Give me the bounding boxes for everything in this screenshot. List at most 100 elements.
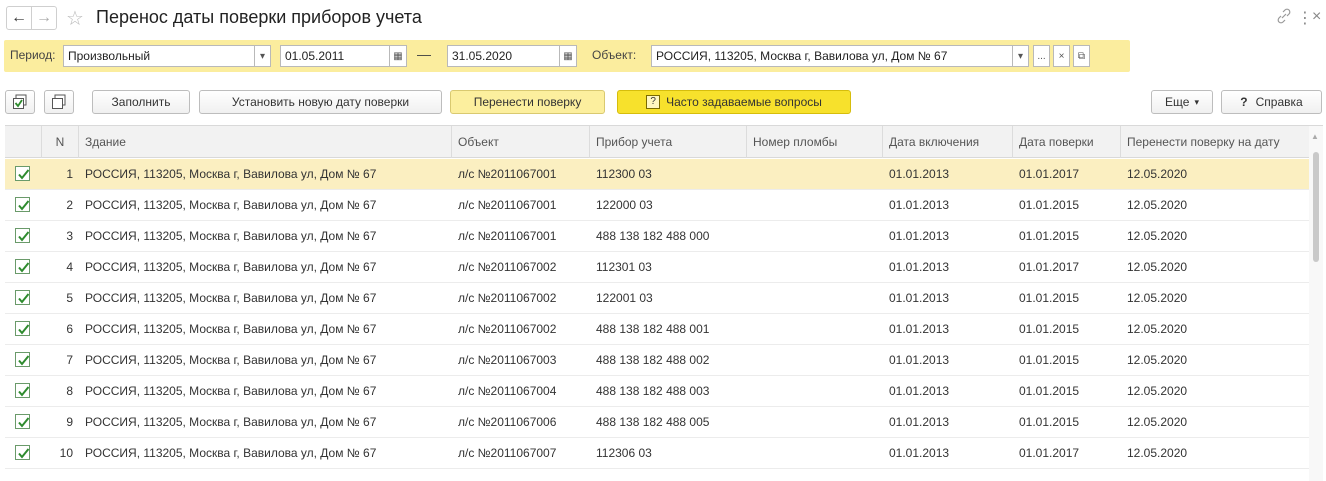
meter-cell[interactable]: 488 138 182 488 005 bbox=[590, 407, 747, 438]
more-icon[interactable]: ⋮ bbox=[1297, 8, 1313, 28]
row-number[interactable]: 8 bbox=[42, 376, 79, 407]
back-button[interactable]: ← bbox=[6, 6, 32, 30]
date-from-input[interactable]: 01.05.2011 bbox=[280, 45, 390, 67]
on-date-cell[interactable]: 01.01.2013 bbox=[883, 283, 1013, 314]
set-new-date-button[interactable]: Установить новую дату поверки bbox=[199, 90, 442, 114]
row-checkbox[interactable] bbox=[15, 228, 30, 243]
object-cell[interactable]: л/с №2011067001 bbox=[452, 221, 590, 252]
faq-button[interactable]: ? Часто задаваемые вопросы bbox=[617, 90, 851, 114]
seal-cell[interactable] bbox=[747, 407, 883, 438]
meter-cell[interactable]: 488 138 182 488 002 bbox=[590, 345, 747, 376]
object-select-button[interactable]: ... bbox=[1033, 45, 1050, 67]
row-number[interactable]: 4 bbox=[42, 252, 79, 283]
building-cell[interactable]: РОССИЯ, 113205, Москва г, Вавилова ул, Д… bbox=[79, 438, 452, 469]
table-row[interactable]: 9 РОССИЯ, 113205, Москва г, Вавилова ул, … bbox=[5, 407, 1309, 438]
row-checkbox[interactable] bbox=[15, 445, 30, 460]
table-row[interactable]: 7 РОССИЯ, 113205, Москва г, Вавилова ул, … bbox=[5, 345, 1309, 376]
on-date-cell[interactable]: 01.01.2013 bbox=[883, 190, 1013, 221]
favorite-star-icon[interactable]: ☆ bbox=[66, 6, 84, 31]
object-cell[interactable]: л/с №2011067001 bbox=[452, 190, 590, 221]
table-row[interactable]: 6 РОССИЯ, 113205, Москва г, Вавилова ул, … bbox=[5, 314, 1309, 345]
check-date-cell[interactable]: 01.01.2015 bbox=[1013, 407, 1121, 438]
on-date-cell[interactable]: 01.01.2013 bbox=[883, 345, 1013, 376]
table-row[interactable]: 5 РОССИЯ, 113205, Москва г, Вавилова ул, … bbox=[5, 283, 1309, 314]
on-date-cell[interactable]: 01.01.2013 bbox=[883, 159, 1013, 190]
column-header-building[interactable]: Здание bbox=[79, 126, 452, 158]
check-date-cell[interactable]: 01.01.2015 bbox=[1013, 283, 1121, 314]
row-checkbox[interactable] bbox=[15, 166, 30, 181]
column-header-on-date[interactable]: Дата включения bbox=[883, 126, 1013, 158]
seal-cell[interactable] bbox=[747, 283, 883, 314]
on-date-cell[interactable]: 01.01.2013 bbox=[883, 407, 1013, 438]
new-date-cell[interactable]: 12.05.2020 bbox=[1121, 190, 1309, 221]
object-clear-button[interactable]: × bbox=[1053, 45, 1070, 67]
table-row[interactable]: 8 РОССИЯ, 113205, Москва г, Вавилова ул, … bbox=[5, 376, 1309, 407]
on-date-cell[interactable]: 01.01.2013 bbox=[883, 252, 1013, 283]
object-cell[interactable]: л/с №2011067002 bbox=[452, 252, 590, 283]
meter-cell[interactable]: 122000 03 bbox=[590, 190, 747, 221]
column-header-object[interactable]: Объект bbox=[452, 126, 590, 158]
seal-cell[interactable] bbox=[747, 438, 883, 469]
new-date-cell[interactable]: 12.05.2020 bbox=[1121, 376, 1309, 407]
seal-cell[interactable] bbox=[747, 221, 883, 252]
column-header-new-date[interactable]: Перенести поверку на дату bbox=[1121, 126, 1309, 158]
object-open-button[interactable]: ⧉ bbox=[1073, 45, 1090, 67]
seal-cell[interactable] bbox=[747, 190, 883, 221]
on-date-cell[interactable]: 01.01.2013 bbox=[883, 314, 1013, 345]
period-select[interactable]: Произвольный bbox=[63, 45, 255, 67]
scroll-up-icon[interactable]: ▲ bbox=[1311, 132, 1319, 141]
row-checkbox[interactable] bbox=[15, 414, 30, 429]
row-number[interactable]: 1 bbox=[42, 159, 79, 190]
link-icon[interactable] bbox=[1277, 8, 1291, 29]
new-date-cell[interactable]: 12.05.2020 bbox=[1121, 252, 1309, 283]
object-input[interactable]: РОССИЯ, 113205, Москва г, Вавилова ул, Д… bbox=[651, 45, 1013, 67]
building-cell[interactable]: РОССИЯ, 113205, Москва г, Вавилова ул, Д… bbox=[79, 252, 452, 283]
scroll-thumb[interactable] bbox=[1313, 152, 1319, 262]
building-cell[interactable]: РОССИЯ, 113205, Москва г, Вавилова ул, Д… bbox=[79, 376, 452, 407]
seal-cell[interactable] bbox=[747, 345, 883, 376]
column-header-seal[interactable]: Номер пломбы bbox=[747, 126, 883, 158]
date-to-calendar-button[interactable]: ▦ bbox=[559, 45, 577, 67]
object-cell[interactable]: л/с №2011067004 bbox=[452, 376, 590, 407]
row-number[interactable]: 7 bbox=[42, 345, 79, 376]
move-check-button[interactable]: Перенести поверку bbox=[450, 90, 605, 114]
seal-cell[interactable] bbox=[747, 159, 883, 190]
row-checkbox[interactable] bbox=[15, 290, 30, 305]
help-button[interactable]: ? Справка bbox=[1221, 90, 1322, 114]
check-all-button[interactable] bbox=[5, 90, 35, 114]
row-checkbox[interactable] bbox=[15, 352, 30, 367]
new-date-cell[interactable]: 12.05.2020 bbox=[1121, 283, 1309, 314]
meter-cell[interactable]: 122001 03 bbox=[590, 283, 747, 314]
seal-cell[interactable] bbox=[747, 314, 883, 345]
new-date-cell[interactable]: 12.05.2020 bbox=[1121, 345, 1309, 376]
row-number[interactable]: 3 bbox=[42, 221, 79, 252]
row-number[interactable]: 10 bbox=[42, 438, 79, 469]
period-dropdown-button[interactable]: ▾ bbox=[254, 45, 271, 67]
close-icon[interactable]: × bbox=[1312, 8, 1321, 26]
object-cell[interactable]: л/с №2011067002 bbox=[452, 283, 590, 314]
vertical-scrollbar[interactable]: ▲ bbox=[1309, 126, 1323, 481]
column-header-meter[interactable]: Прибор учета bbox=[590, 126, 747, 158]
meter-cell[interactable]: 488 138 182 488 001 bbox=[590, 314, 747, 345]
object-cell[interactable]: л/с №2011067002 bbox=[452, 314, 590, 345]
row-number[interactable]: 9 bbox=[42, 407, 79, 438]
new-date-cell[interactable]: 12.05.2020 bbox=[1121, 314, 1309, 345]
object-cell[interactable]: л/с №2011067003 bbox=[452, 345, 590, 376]
check-date-cell[interactable]: 01.01.2017 bbox=[1013, 252, 1121, 283]
object-cell[interactable]: л/с №2011067007 bbox=[452, 438, 590, 469]
building-cell[interactable]: РОССИЯ, 113205, Москва г, Вавилова ул, Д… bbox=[79, 283, 452, 314]
building-cell[interactable]: РОССИЯ, 113205, Москва г, Вавилова ул, Д… bbox=[79, 345, 452, 376]
on-date-cell[interactable]: 01.01.2013 bbox=[883, 221, 1013, 252]
row-number[interactable]: 2 bbox=[42, 190, 79, 221]
table-row[interactable]: 1 РОССИЯ, 113205, Москва г, Вавилова ул, … bbox=[5, 159, 1309, 190]
meter-cell[interactable]: 488 138 182 488 003 bbox=[590, 376, 747, 407]
date-to-input[interactable]: 31.05.2020 bbox=[447, 45, 560, 67]
fill-button[interactable]: Заполнить bbox=[92, 90, 190, 114]
check-date-cell[interactable]: 01.01.2015 bbox=[1013, 221, 1121, 252]
check-date-cell[interactable]: 01.01.2015 bbox=[1013, 376, 1121, 407]
seal-cell[interactable] bbox=[747, 376, 883, 407]
object-dropdown-button[interactable]: ▾ bbox=[1012, 45, 1029, 67]
building-cell[interactable]: РОССИЯ, 113205, Москва г, Вавилова ул, Д… bbox=[79, 159, 452, 190]
table-row[interactable]: 10 РОССИЯ, 113205, Москва г, Вавилова ул,… bbox=[5, 438, 1309, 469]
new-date-cell[interactable]: 12.05.2020 bbox=[1121, 438, 1309, 469]
